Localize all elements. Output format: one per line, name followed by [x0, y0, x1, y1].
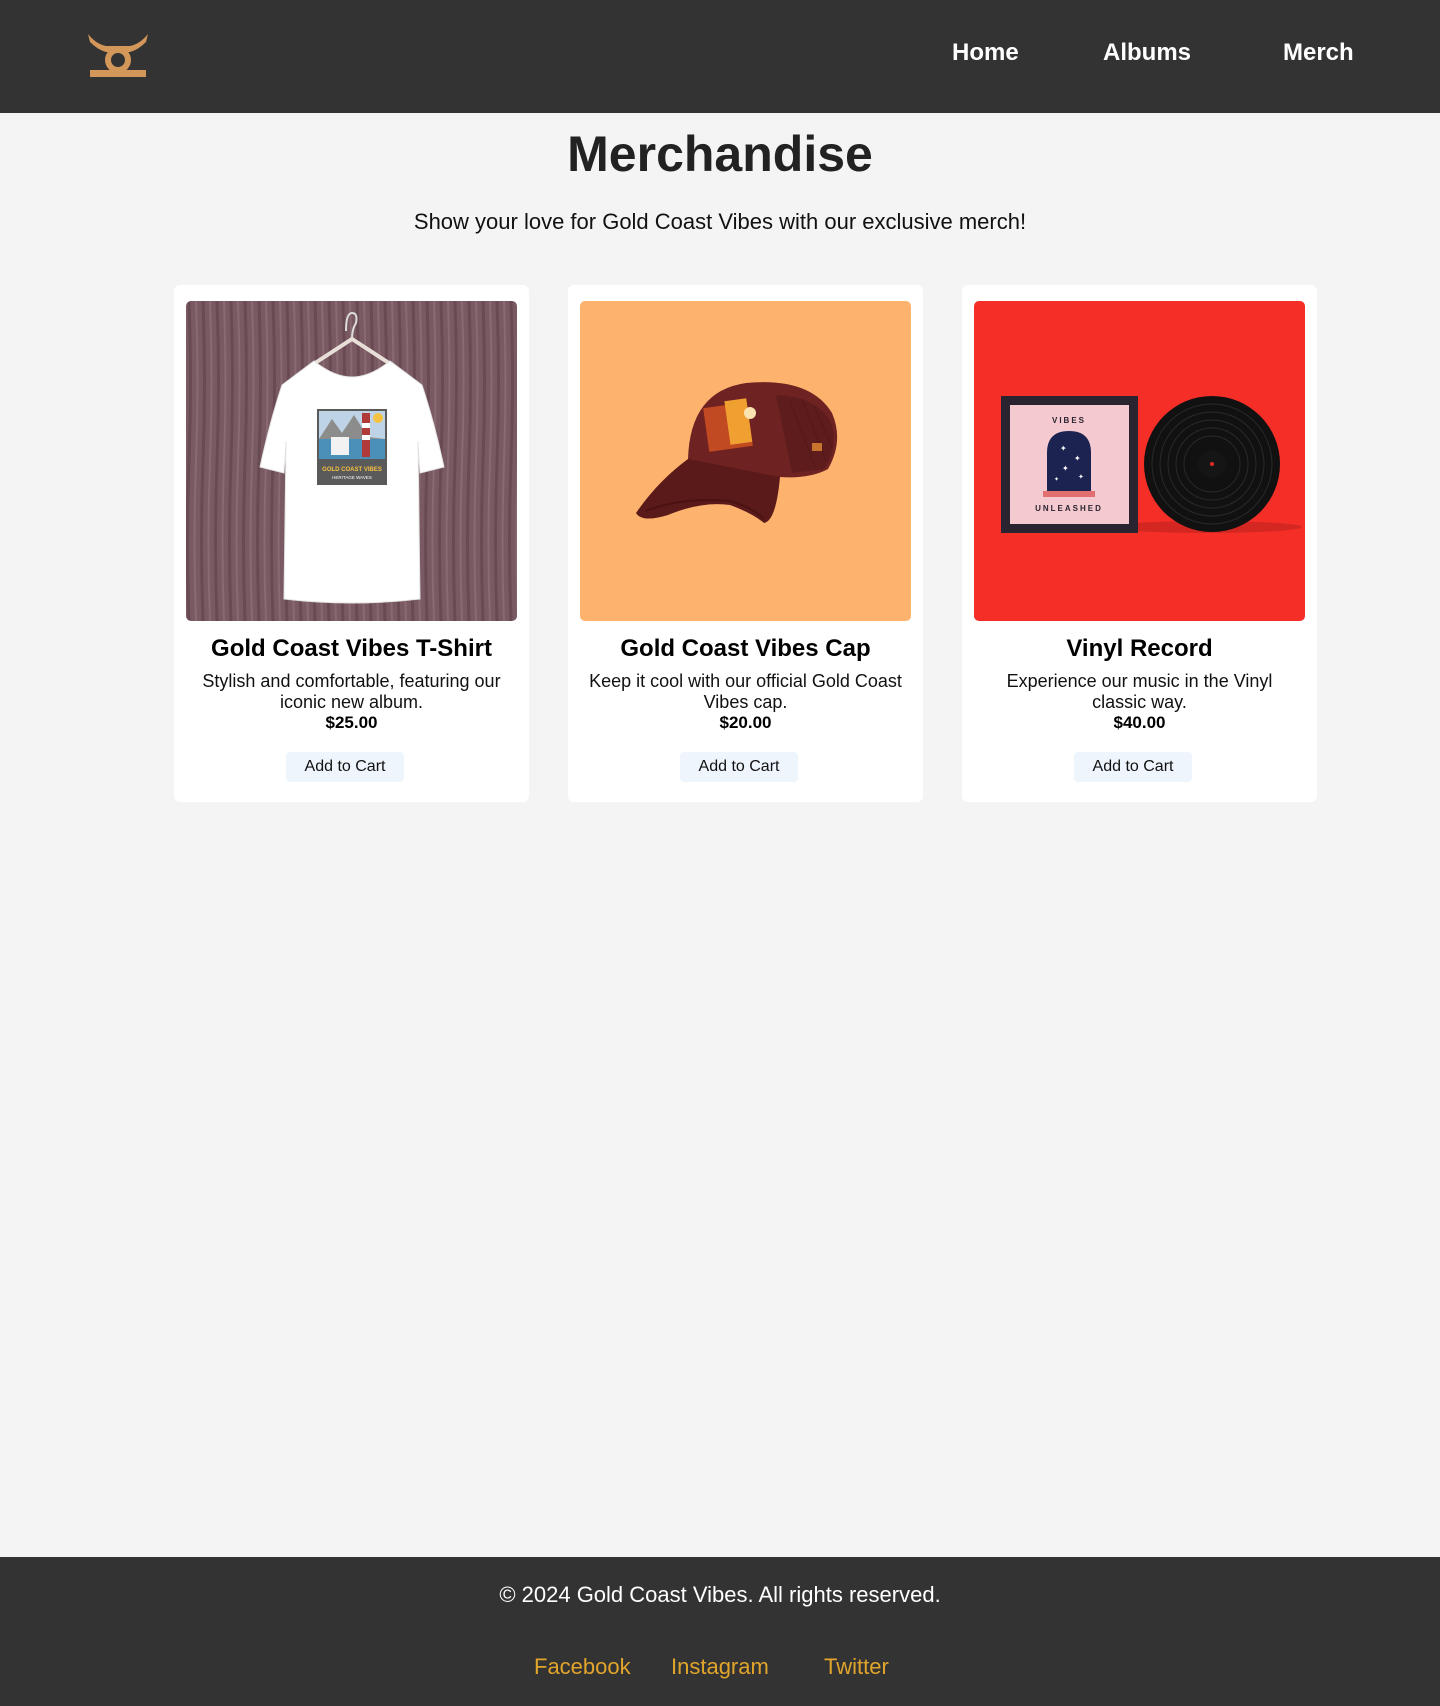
product-price: $40.00 [1113, 713, 1166, 732]
svg-text:✦: ✦ [1060, 444, 1067, 453]
product-description: Experience our music in the Vinyl classi… [1006, 671, 1273, 712]
nav-albums-link[interactable]: Albums [1103, 38, 1191, 68]
vinyl-cover-top-text: VIBES [1052, 416, 1086, 425]
twitter-link[interactable]: Twitter [824, 1653, 889, 1681]
facebook-link[interactable]: Facebook [534, 1653, 631, 1681]
copyright-text: © 2024 Gold Coast Vibes. All rights rese… [499, 1582, 941, 1607]
svg-text:✦: ✦ [1062, 464, 1069, 473]
nav-home-link[interactable]: Home [952, 38, 1019, 68]
tshirt-print-line2: HERITAGE WAVES [332, 475, 372, 480]
page-subtitle: Show your love for Gold Coast Vibes with… [413, 209, 1027, 234]
site-footer: © 2024 Gold Coast Vibes. All rights rese… [0, 1557, 1440, 1706]
cap-image [580, 301, 911, 621]
instagram-link[interactable]: Instagram [671, 1653, 769, 1681]
add-to-cart-button[interactable]: Add to Cart [286, 752, 404, 782]
vinyl-cover-bottom-text: UNLEASHED [1035, 504, 1103, 513]
product-price: $20.00 [719, 713, 772, 732]
product-card-tshirt: GOLD COAST VIBES HERITAGE WAVES Gold Coa… [174, 285, 529, 802]
product-title: Gold Coast Vibes T-Shirt [211, 635, 492, 662]
svg-text:✦: ✦ [1078, 473, 1084, 481]
page-title: Merchandise [567, 126, 873, 182]
product-card-cap: Gold Coast Vibes Cap Keep it cool with o… [568, 285, 923, 802]
brand-logo-icon[interactable] [86, 30, 150, 80]
product-card-vinyl: VIBES ✦ ✦ ✦ ✦ ✦ UNLEASHED Vinyl Record E… [962, 285, 1317, 802]
product-title: Vinyl Record [1066, 635, 1213, 662]
product-description: Stylish and comfortable, featuring our i… [202, 671, 501, 712]
tshirt-print-line1: GOLD COAST VIBES [322, 467, 382, 473]
site-header: Home Albums Merch [0, 0, 1440, 113]
product-price: $25.00 [325, 713, 378, 732]
nav-merch-link[interactable]: Merch [1283, 38, 1354, 68]
product-title: Gold Coast Vibes Cap [620, 635, 871, 662]
svg-text:✦: ✦ [1054, 476, 1059, 483]
product-description: Keep it cool with our official Gold Coas… [589, 671, 902, 712]
add-to-cart-button[interactable]: Add to Cart [680, 752, 798, 782]
tshirt-image: GOLD COAST VIBES HERITAGE WAVES [186, 301, 517, 621]
svg-text:✦: ✦ [1074, 454, 1081, 463]
vinyl-image: VIBES ✦ ✦ ✦ ✦ ✦ UNLEASHED [974, 301, 1305, 621]
add-to-cart-button[interactable]: Add to Cart [1074, 752, 1192, 782]
